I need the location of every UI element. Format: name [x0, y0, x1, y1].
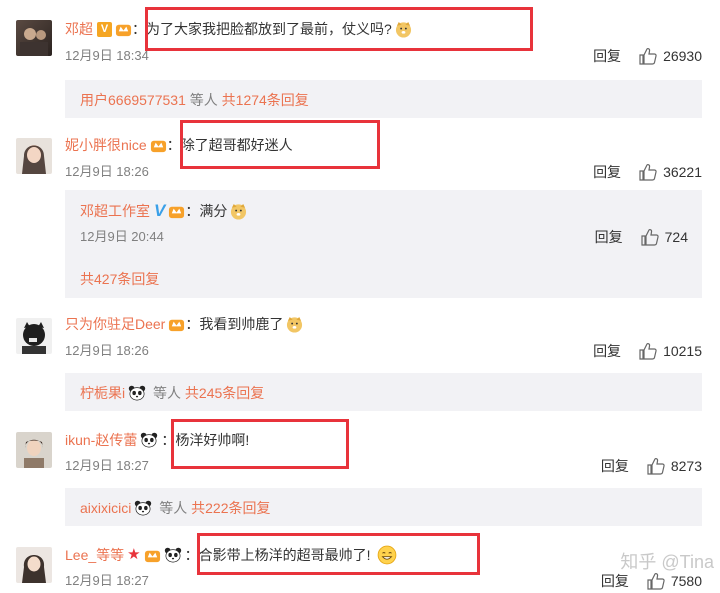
thumbs-up-icon[interactable]	[639, 47, 657, 65]
thumbs-up-icon[interactable]	[647, 572, 665, 590]
avatar[interactable]	[16, 432, 52, 468]
timestamp: 12月9日 18:34	[65, 48, 149, 63]
thumbs-up-icon[interactable]	[647, 457, 665, 475]
vip-crown-icon	[169, 319, 185, 331]
star-badge-icon: ★	[127, 546, 141, 563]
vip-crown-icon	[150, 140, 166, 152]
username[interactable]: 妮小胖很nice	[65, 135, 147, 155]
username[interactable]: 邓超	[65, 19, 93, 39]
vip-crown-icon	[115, 24, 132, 36]
reply-user-link[interactable]: 柠栀果i	[80, 383, 125, 403]
highlight-box	[145, 7, 533, 51]
highlight-box	[197, 533, 480, 575]
like-count: 26930	[663, 48, 702, 64]
view-replies-link[interactable]: 共245条回复	[185, 383, 264, 403]
panda-emoji-icon	[128, 385, 146, 401]
reply-text: ：满分	[185, 203, 228, 219]
doge-emoji-icon	[287, 316, 303, 333]
like-count: 8273	[670, 458, 702, 474]
reply-user-link[interactable]: aixixicici	[80, 500, 131, 516]
panda-emoji-icon	[164, 547, 181, 563]
avatar[interactable]	[16, 547, 52, 583]
reply-button[interactable]: 回复	[595, 227, 623, 247]
reply-username[interactable]: 邓超工作室	[80, 201, 150, 221]
panda-emoji-icon	[135, 500, 152, 516]
reply-button[interactable]: 回复	[601, 456, 629, 476]
thumbs-up-icon[interactable]	[639, 342, 657, 360]
avatar[interactable]	[16, 20, 52, 56]
username[interactable]: 只为你驻足Deer	[65, 314, 165, 334]
thumbs-up-icon[interactable]	[639, 163, 657, 181]
like-count: 36221	[663, 164, 702, 180]
reply-user-link[interactable]: 用户6669577531	[80, 90, 186, 110]
username[interactable]: ikun-赵传蕾	[65, 430, 137, 450]
reply-button[interactable]: 回复	[601, 571, 629, 591]
timestamp: 12月9日 18:26	[65, 343, 149, 358]
view-replies-link[interactable]: 共1274条回复	[222, 90, 309, 110]
vip-crown-icon	[144, 550, 160, 562]
verified-badge-icon: V	[97, 21, 112, 37]
doge-emoji-icon	[231, 203, 247, 220]
like-count: 724	[664, 229, 688, 245]
reply-button[interactable]: 回复	[593, 162, 621, 182]
others-label: 等人	[149, 385, 185, 401]
timestamp: 12月9日 18:27	[65, 458, 149, 473]
reply-button[interactable]: 回复	[593, 46, 621, 66]
vip-crown-icon	[169, 206, 185, 218]
blue-verified-icon: V	[154, 201, 166, 220]
timestamp: 12月9日 18:27	[65, 573, 149, 588]
like-count: 7580	[670, 573, 702, 589]
like-count: 10215	[663, 343, 702, 359]
colon: ：	[132, 21, 146, 37]
comment-text: ：我看到帅鹿了	[185, 316, 284, 332]
highlight-box	[171, 419, 349, 469]
view-replies-link[interactable]: 共222条回复	[191, 498, 270, 518]
others-label: 等人	[155, 500, 192, 516]
avatar[interactable]	[16, 138, 52, 174]
thumbs-up-icon[interactable]	[641, 228, 659, 246]
others-label: 等人	[185, 92, 222, 108]
panda-emoji-icon	[141, 432, 158, 448]
timestamp: 12月9日 18:26	[65, 164, 149, 179]
reply-timestamp: 12月9日 20:44	[80, 229, 164, 244]
username[interactable]: Lee_等等	[65, 545, 124, 565]
view-replies-link[interactable]: 共427条回复	[80, 269, 159, 289]
reply-button[interactable]: 回复	[593, 341, 621, 361]
avatar[interactable]	[16, 318, 52, 354]
zhihu-watermark: 知乎 @Tina	[620, 552, 714, 572]
colon: ：	[166, 137, 181, 153]
highlight-box	[180, 120, 380, 169]
